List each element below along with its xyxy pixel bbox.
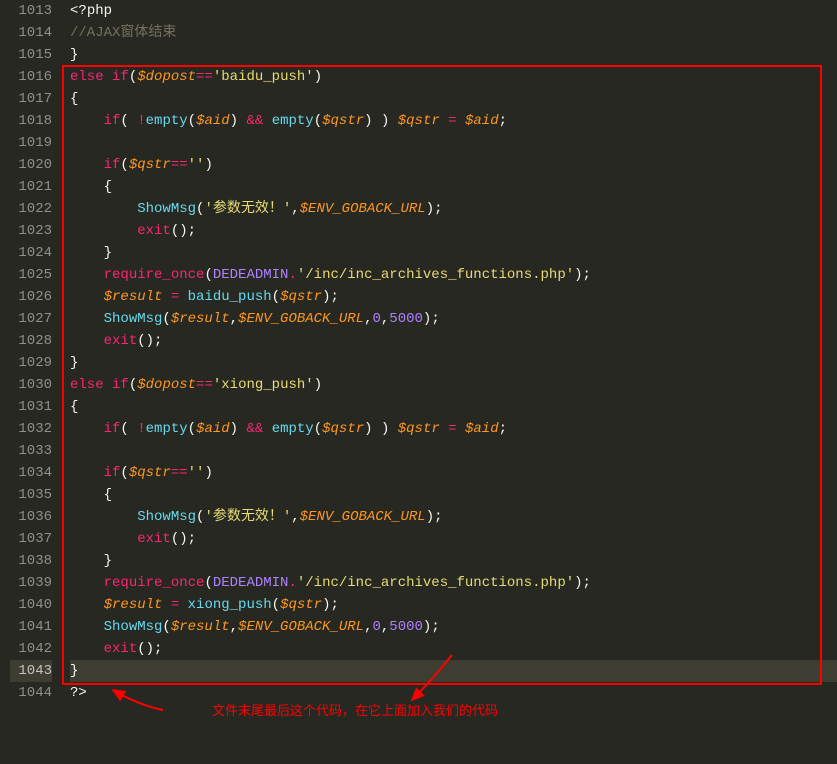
line-number: 1018 bbox=[10, 110, 52, 132]
line-number: 1028 bbox=[10, 330, 52, 352]
code-line[interactable]: else if($dopost=='baidu_push') bbox=[70, 66, 837, 88]
line-number: 1022 bbox=[10, 198, 52, 220]
code-line[interactable]: ShowMsg($result,$ENV_GOBACK_URL,0,5000); bbox=[70, 308, 837, 330]
code-line[interactable]: } bbox=[70, 660, 837, 682]
code-line[interactable]: ShowMsg($result,$ENV_GOBACK_URL,0,5000); bbox=[70, 616, 837, 638]
line-number: 1013 bbox=[10, 0, 52, 22]
code-line[interactable]: { bbox=[70, 484, 837, 506]
code-line[interactable]: require_once(DEDEADMIN.'/inc/inc_archive… bbox=[70, 264, 837, 286]
line-number: 1030 bbox=[10, 374, 52, 396]
line-number: 1039 bbox=[10, 572, 52, 594]
code-line[interactable]: if( !empty($aid) && empty($qstr) ) $qstr… bbox=[70, 418, 837, 440]
code-line[interactable]: if( !empty($aid) && empty($qstr) ) $qstr… bbox=[70, 110, 837, 132]
code-line[interactable]: //AJAX窗体结束 bbox=[70, 22, 837, 44]
line-number: 1040 bbox=[10, 594, 52, 616]
code-line[interactable]: $result = baidu_push($qstr); bbox=[70, 286, 837, 308]
line-number: 1038 bbox=[10, 550, 52, 572]
line-number: 1015 bbox=[10, 44, 52, 66]
code-line[interactable]: { bbox=[70, 176, 837, 198]
code-line[interactable]: } bbox=[70, 550, 837, 572]
line-number: 1043 bbox=[10, 660, 52, 682]
line-number: 1031 bbox=[10, 396, 52, 418]
code-line[interactable]: exit(); bbox=[70, 220, 837, 242]
code-line[interactable]: } bbox=[70, 352, 837, 374]
line-number: 1024 bbox=[10, 242, 52, 264]
code-line[interactable]: require_once(DEDEADMIN.'/inc/inc_archive… bbox=[70, 572, 837, 594]
line-number: 1041 bbox=[10, 616, 52, 638]
code-line[interactable]: ShowMsg('参数无效！',$ENV_GOBACK_URL); bbox=[70, 506, 837, 528]
line-number: 1014 bbox=[10, 22, 52, 44]
code-line[interactable]: exit(); bbox=[70, 528, 837, 550]
code-line[interactable] bbox=[70, 132, 837, 154]
line-number: 1034 bbox=[10, 462, 52, 484]
code-line[interactable]: exit(); bbox=[70, 638, 837, 660]
line-number: 1017 bbox=[10, 88, 52, 110]
code-line[interactable]: { bbox=[70, 396, 837, 418]
line-number: 1025 bbox=[10, 264, 52, 286]
line-number: 1033 bbox=[10, 440, 52, 462]
line-number: 1026 bbox=[10, 286, 52, 308]
code-line[interactable]: <?php bbox=[70, 0, 837, 22]
code-line[interactable]: if($qstr=='') bbox=[70, 154, 837, 176]
line-number: 1021 bbox=[10, 176, 52, 198]
line-number: 1029 bbox=[10, 352, 52, 374]
line-number-gutter: 1013101410151016101710181019102010211022… bbox=[0, 0, 62, 764]
code-line[interactable]: $result = xiong_push($qstr); bbox=[70, 594, 837, 616]
line-number: 1016 bbox=[10, 66, 52, 88]
line-number: 1027 bbox=[10, 308, 52, 330]
code-area[interactable]: <?php//AJAX窗体结束}else if($dopost=='baidu_… bbox=[62, 0, 837, 764]
code-line[interactable]: } bbox=[70, 44, 837, 66]
code-editor[interactable]: 1013101410151016101710181019102010211022… bbox=[0, 0, 837, 764]
line-number: 1035 bbox=[10, 484, 52, 506]
line-number: 1032 bbox=[10, 418, 52, 440]
code-line[interactable]: if($qstr=='') bbox=[70, 462, 837, 484]
code-line[interactable] bbox=[70, 440, 837, 462]
line-number: 1036 bbox=[10, 506, 52, 528]
line-number: 1023 bbox=[10, 220, 52, 242]
annotation-text: 文件末尾最后这个代码，在它上面加入我们的代码 bbox=[212, 700, 498, 722]
line-number: 1019 bbox=[10, 132, 52, 154]
line-number: 1044 bbox=[10, 682, 52, 704]
code-line[interactable]: } bbox=[70, 242, 837, 264]
code-line[interactable]: exit(); bbox=[70, 330, 837, 352]
code-line[interactable]: else if($dopost=='xiong_push') bbox=[70, 374, 837, 396]
line-number: 1037 bbox=[10, 528, 52, 550]
line-number: 1042 bbox=[10, 638, 52, 660]
code-line[interactable]: { bbox=[70, 88, 837, 110]
code-line[interactable]: ShowMsg('参数无效！',$ENV_GOBACK_URL); bbox=[70, 198, 837, 220]
line-number: 1020 bbox=[10, 154, 52, 176]
